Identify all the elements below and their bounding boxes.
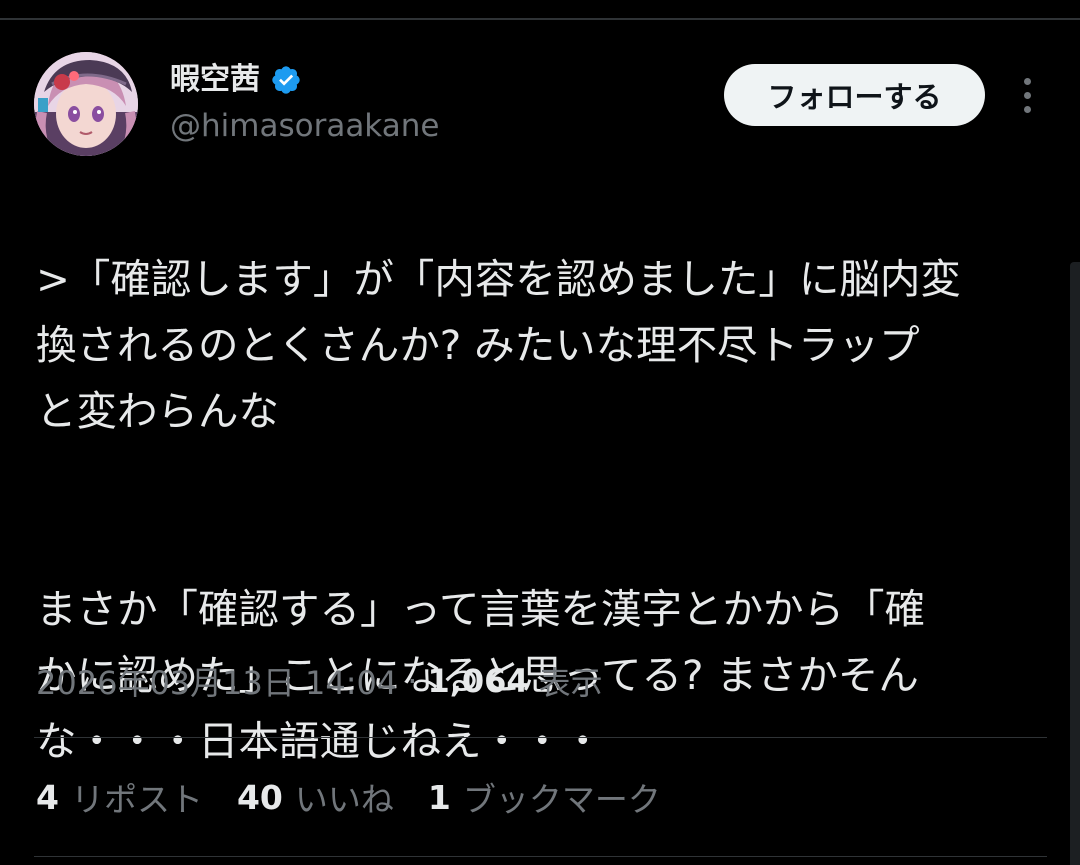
views-count: 1,064: [427, 662, 529, 700]
timestamp[interactable]: 2026年03月13日 14:04: [36, 658, 397, 704]
bookmarks-label: ブックマーク: [462, 780, 661, 819]
display-name[interactable]: 暇空茜: [170, 58, 260, 102]
more-options-icon[interactable]: [1010, 70, 1044, 120]
top-divider: [0, 18, 1080, 20]
more-dot: [1023, 91, 1031, 99]
reposts-stat[interactable]: 4 リポスト: [36, 773, 203, 821]
more-dot: [1023, 77, 1031, 85]
anime-character-avatar-icon: [34, 52, 138, 156]
display-name-row[interactable]: 暇空茜: [170, 58, 302, 102]
engagement-stats: 4 リポスト 40 いいね 1 ブックマーク: [36, 772, 695, 822]
verified-badge-icon[interactable]: [270, 64, 302, 96]
likes-label: いいね: [294, 780, 394, 819]
reposts-count: 4: [36, 777, 59, 817]
user-handle[interactable]: @himasoraakane: [170, 104, 439, 148]
likes-count: 40: [236, 777, 283, 817]
likes-stat[interactable]: 40 いいね: [237, 773, 394, 821]
stats-bottom-divider: [34, 856, 1047, 857]
bookmarks-count: 1: [427, 777, 451, 817]
scrollbar[interactable]: [1070, 262, 1080, 865]
tweet-paragraph-1: >「確認します」が「内容を認めました」に脳内変 換されるのとくさんか? みたいな…: [36, 255, 961, 435]
follow-button[interactable]: フォローする: [724, 64, 985, 126]
views-label: 表示: [538, 664, 603, 702]
tweet-meta: 2026年03月13日 14:04 · 1,064 表示: [36, 656, 603, 706]
stats-top-divider: [34, 737, 1047, 738]
tweet-text: >「確認します」が「内容を認めました」に脳内変 換されるのとくさんか? みたいな…: [36, 180, 1056, 840]
reposts-label: リポスト: [70, 780, 203, 819]
meta-separator: ·: [407, 662, 418, 700]
bookmarks-stat[interactable]: 1 ブックマーク: [428, 773, 661, 821]
more-dot: [1023, 105, 1031, 113]
avatar[interactable]: [34, 52, 138, 156]
